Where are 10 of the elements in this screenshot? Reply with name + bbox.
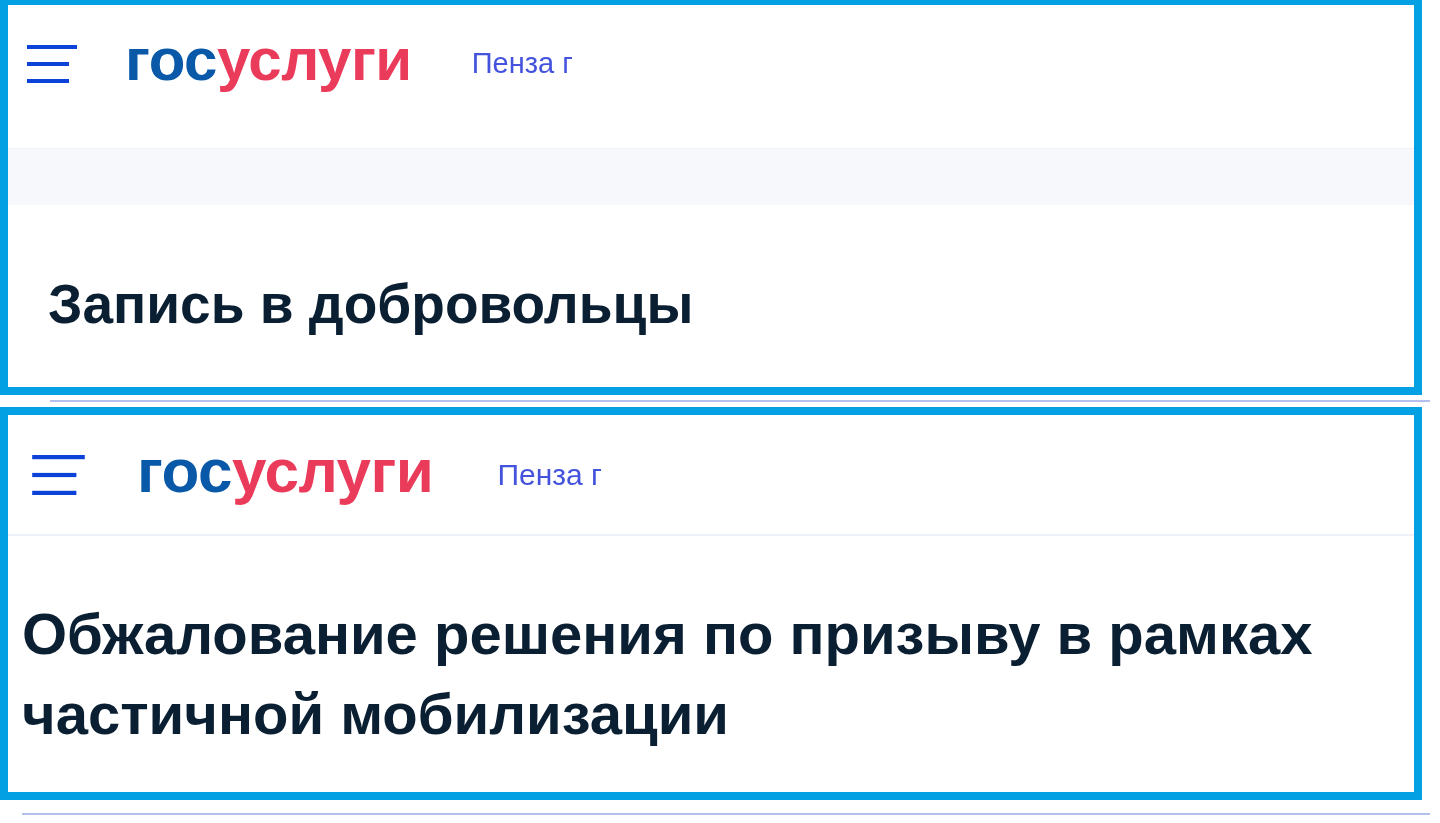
menu-icon: [27, 44, 77, 83]
logo-link[interactable]: госуслуги: [125, 29, 412, 98]
page-title: Запись в добровольцы: [47, 272, 695, 337]
location-link[interactable]: Пенза г: [471, 47, 573, 80]
page-title: Обжалование решения по призыву в рамках частичной мобилизации: [21, 600, 1314, 748]
menu-button[interactable]: [27, 44, 77, 83]
menu-button[interactable]: [32, 454, 85, 495]
location-link[interactable]: Пенза г: [497, 457, 602, 492]
logo-link[interactable]: госуслуги: [137, 439, 434, 510]
menu-icon: [32, 454, 85, 495]
